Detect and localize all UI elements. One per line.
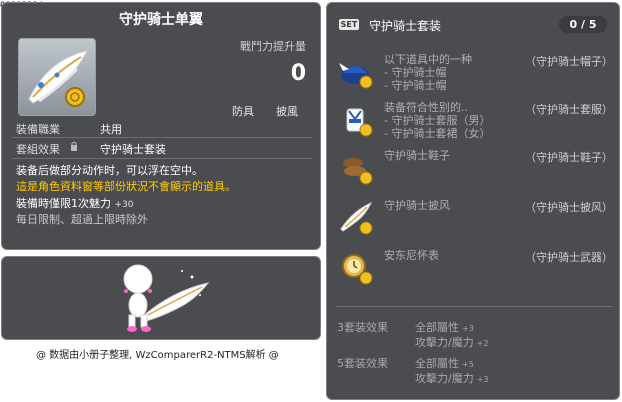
set-info-panel: SET 守护骑士套装 0 / 5 以下道具中的一种 - 守护骑士帽 - 守护骑士… bbox=[326, 2, 620, 400]
set-item-line: - 守护骑士帽 bbox=[384, 66, 447, 79]
set-item-slot: （守护骑士帽子） bbox=[525, 55, 613, 68]
category-tag-armor: 防具 bbox=[232, 105, 254, 118]
stat-name: 攻擊力/魔力 bbox=[415, 372, 474, 385]
hat-icon bbox=[339, 63, 373, 89]
wing-icon bbox=[28, 50, 88, 107]
set-item-weapon[interactable]: 安东尼怀表 （守护骑士武器） bbox=[337, 249, 613, 297]
set-item-suit[interactable]: 装备符合性别的.. - 守护骑士套服（男） - 守护骑士套裙（女） （守护骑士套… bbox=[337, 101, 613, 149]
lock-icon bbox=[71, 141, 77, 151]
set-effect-label: 套組效果 bbox=[16, 143, 60, 156]
set-item-hat[interactable]: 以下道具中的一种 - 守护骑士帽 - 守护骑士帽 （守护骑士帽子） bbox=[337, 53, 613, 101]
stat-value: +3 bbox=[462, 324, 474, 333]
job-label: 裝備職業 bbox=[16, 123, 60, 136]
set-item-line: - 守护骑士帽 bbox=[384, 79, 447, 92]
item-title: 守护骑士单翼 bbox=[119, 12, 203, 28]
divider bbox=[335, 306, 613, 307]
set-item-line: 装备符合性别的.. bbox=[384, 101, 468, 114]
set-item-line: 以下道具中的一种 bbox=[384, 53, 472, 66]
set-bonus-5-label: 5套装效果 bbox=[337, 357, 388, 370]
set-bonus-3-stat: 攻擊力/魔力 +2 bbox=[415, 334, 489, 350]
set-item-slot: （守护骑士鞋子） bbox=[525, 151, 613, 164]
item-tooltip-panel: 守护骑士单翼 戰鬥力提升量 0 防具 披風 裝備職業 共用 套組效果 守护骑士套… bbox=[1, 2, 321, 250]
divider bbox=[12, 137, 312, 138]
set-item-slot: （守护骑士披风） bbox=[525, 201, 613, 214]
stat-name: 全部屬性 bbox=[415, 321, 459, 334]
suit-icon bbox=[346, 108, 373, 137]
set-item-line: 守护骑士鞋子 bbox=[384, 149, 450, 162]
set-item-cape[interactable]: 守护骑士披风 （守护骑士披风） bbox=[337, 199, 613, 247]
avatar-preview-panel bbox=[1, 256, 321, 340]
charm-limit-value: +30 bbox=[114, 200, 134, 210]
divider bbox=[12, 158, 312, 159]
set-item-line: - 守护骑士套裙（女） bbox=[384, 127, 491, 140]
item-icon-frame bbox=[18, 38, 96, 116]
set-item-line: 安东尼怀表 bbox=[384, 249, 439, 262]
charm-limit-line: 裝備時僅限1次魅力 +30 bbox=[16, 195, 134, 211]
cape-icon bbox=[340, 201, 373, 235]
stat-name: 全部屬性 bbox=[415, 357, 459, 370]
daily-limit-note: 每日限制、超過上限時除外 bbox=[16, 213, 148, 226]
set-item-line: - 守护骑士套服（男） bbox=[384, 114, 491, 127]
charm-limit-text: 裝備時僅限1次魅力 bbox=[16, 197, 111, 210]
set-bonus-5-stat: 攻擊力/魔力 +3 bbox=[415, 370, 489, 386]
set-effect-value[interactable]: 守护骑士套装 bbox=[100, 141, 166, 157]
character-preview bbox=[123, 264, 210, 332]
power-increase-label: 戰鬥力提升量 bbox=[240, 40, 306, 53]
set-count-badge: 0 / 5 bbox=[559, 16, 607, 33]
job-value: 共用 bbox=[100, 123, 122, 136]
set-bonus-3-stat: 全部屬性 +3 bbox=[415, 319, 474, 335]
stat-value: +5 bbox=[462, 360, 474, 369]
description-line: 装备后做部分动作时，可以浮在空中。 bbox=[16, 164, 203, 177]
pocket-watch-icon bbox=[342, 254, 373, 285]
footer-credit: @ 数据由小册子整理, WzComparerR2-NTMS解析 @ bbox=[36, 350, 279, 361]
stat-name: 攻擊力/魔力 bbox=[415, 336, 474, 349]
set-bonus-5-stat: 全部屬性 +5 bbox=[415, 355, 474, 371]
shoes-icon bbox=[343, 158, 373, 185]
power-increase-value: 0 bbox=[290, 61, 306, 86]
set-item-line: 守护骑士披风 bbox=[384, 199, 450, 212]
set-badge: SET bbox=[339, 19, 359, 30]
set-name: 守护骑士套装 bbox=[369, 19, 442, 33]
set-bonus-3-label: 3套装效果 bbox=[337, 321, 388, 334]
set-item-shoes[interactable]: 守护骑士鞋子 （守护骑士鞋子） bbox=[337, 149, 613, 197]
set-item-slot: （守护骑士套服） bbox=[525, 103, 613, 116]
stat-value: +2 bbox=[476, 339, 489, 348]
category-tag-cape: 披風 bbox=[276, 105, 298, 118]
set-item-slot: （守护骑士武器） bbox=[525, 251, 613, 264]
description-warning: 這是角色資料窗等部份狀況不會顯示的道具。 bbox=[16, 180, 236, 193]
stat-value: +3 bbox=[476, 375, 489, 384]
